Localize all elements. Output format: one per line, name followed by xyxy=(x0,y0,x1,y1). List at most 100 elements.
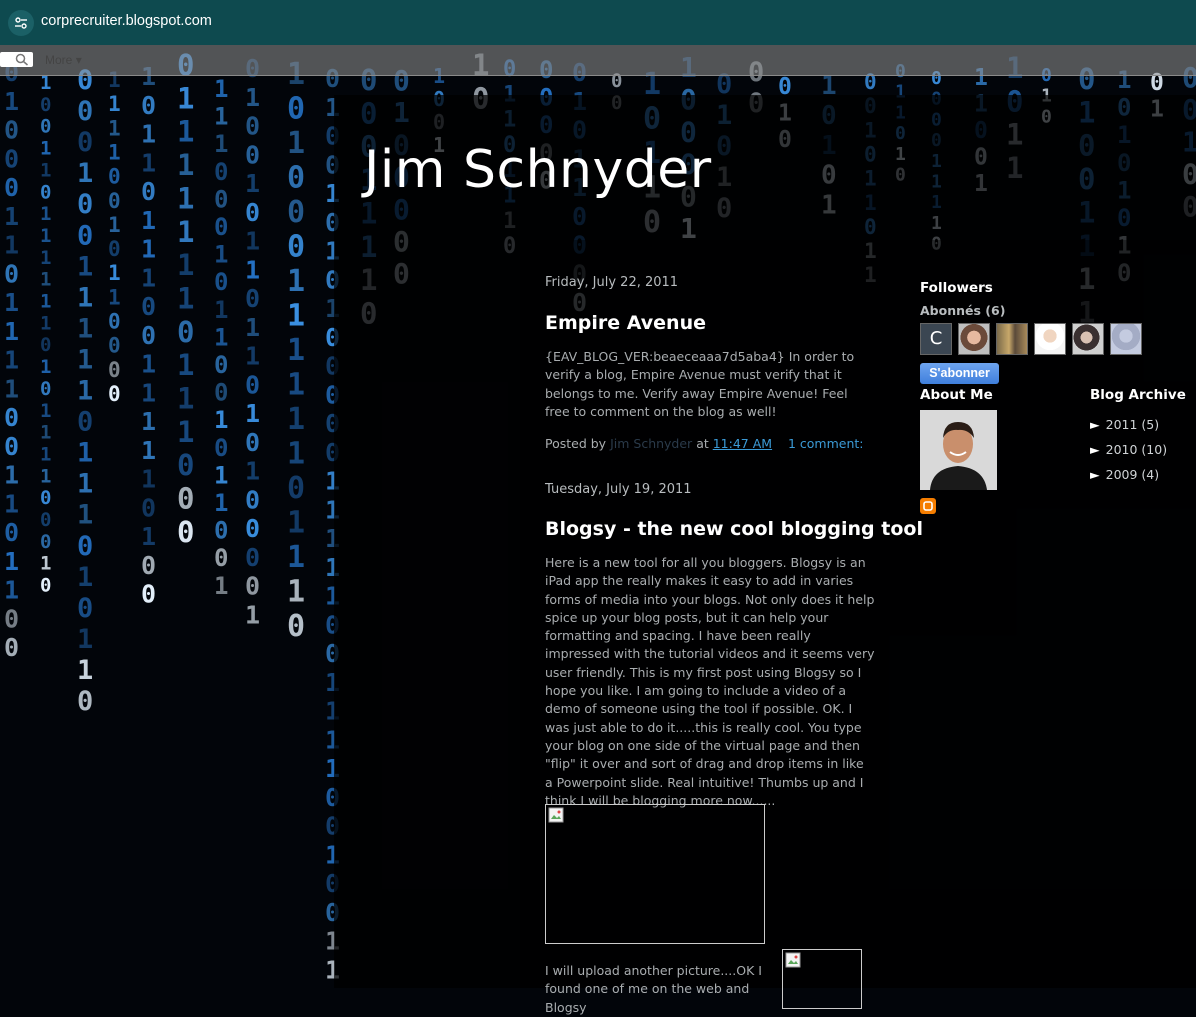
matrix-glyph: 1 xyxy=(245,83,260,112)
matrix-glyph: 0 xyxy=(177,482,194,516)
archive-label[interactable]: 2011 (5) xyxy=(1106,417,1160,432)
more-menu[interactable]: More ▾ xyxy=(45,53,82,67)
matrix-glyph: 0 xyxy=(141,91,156,120)
matrix-glyph: 1 xyxy=(287,506,305,541)
matrix-glyph: 0 xyxy=(77,407,93,438)
blog-archive-heading: Blog Archive xyxy=(1090,387,1186,403)
matrix-glyph: 1 xyxy=(40,138,51,160)
matrix-glyph: 1 xyxy=(141,120,156,149)
archive-item-2010[interactable]: ► 2010 (10) xyxy=(1090,442,1167,457)
matrix-glyph: 1 xyxy=(4,231,19,260)
matrix-glyph: 1 xyxy=(141,522,156,551)
post-date: Tuesday, July 19, 2011 xyxy=(545,482,692,497)
matrix-glyph: 0 xyxy=(141,551,156,580)
post-title[interactable]: Empire Avenue xyxy=(545,312,706,334)
matrix-glyph: 1 xyxy=(141,407,156,436)
broken-image[interactable] xyxy=(782,949,862,1009)
matrix-glyph: 0 xyxy=(77,220,93,251)
posted-by-label: Posted by xyxy=(545,436,607,451)
archive-label[interactable]: 2010 (10) xyxy=(1106,442,1167,457)
follower-avatar[interactable] xyxy=(1072,323,1104,355)
matrix-glyph: 1 xyxy=(77,655,93,686)
matrix-glyph: 0 xyxy=(77,531,93,562)
follower-avatar[interactable] xyxy=(1034,323,1066,355)
matrix-glyph: 0 xyxy=(77,127,93,158)
matrix-glyph: 0 xyxy=(40,575,51,597)
post-time-link[interactable]: 11:47 AM xyxy=(713,436,772,451)
archive-item-2009[interactable]: ► 2009 (4) xyxy=(1090,467,1159,482)
matrix-glyph: 0 xyxy=(77,686,93,717)
blogger-icon[interactable] xyxy=(920,498,936,514)
matrix-glyph: 1 xyxy=(214,323,228,351)
matrix-glyph: 1 xyxy=(177,215,194,249)
matrix-glyph: 1 xyxy=(287,575,305,610)
matrix-glyph: 1 xyxy=(245,169,260,198)
profile-photo[interactable] xyxy=(920,410,997,490)
expand-arrow-icon[interactable]: ► xyxy=(1090,467,1100,482)
matrix-glyph: 0 xyxy=(287,230,305,265)
matrix-glyph: 0 xyxy=(141,580,156,609)
matrix-glyph: 1 xyxy=(77,469,93,500)
matrix-glyph: 1 xyxy=(177,148,194,182)
matrix-glyph: 0 xyxy=(214,379,228,407)
matrix-glyph: 1 xyxy=(40,312,51,334)
follower-avatar[interactable]: C xyxy=(920,323,952,355)
matrix-glyph: 0 xyxy=(108,165,121,189)
matrix-glyph: 0 xyxy=(108,237,121,261)
post-title[interactable]: Blogsy - the new cool blogging tool xyxy=(545,518,923,540)
matrix-glyph: 1 xyxy=(40,269,51,291)
more-label: More xyxy=(45,53,73,67)
matrix-glyph: 0 xyxy=(177,315,194,349)
follower-avatar[interactable] xyxy=(958,323,990,355)
matrix-glyph: 1 xyxy=(108,261,121,285)
archive-item-2011[interactable]: ► 2011 (5) xyxy=(1090,417,1159,432)
matrix-glyph: 0 xyxy=(245,514,260,543)
blog-title[interactable]: Jim Schnyder xyxy=(364,140,712,200)
matrix-glyph: 0 xyxy=(287,609,305,644)
matrix-glyph: 0 xyxy=(4,403,19,432)
address-url[interactable]: corprecruiter.blogspot.com xyxy=(41,13,212,29)
follower-avatar[interactable] xyxy=(996,323,1028,355)
archive-label[interactable]: 2009 (4) xyxy=(1106,467,1160,482)
matrix-glyph: 1 xyxy=(245,342,260,371)
expand-arrow-icon[interactable]: ► xyxy=(1090,417,1100,432)
matrix-glyph: 1 xyxy=(108,140,121,164)
post-author-link[interactable]: Jim Schnyder xyxy=(610,436,692,451)
matrix-glyph: 1 xyxy=(287,540,305,575)
navbar-search-input[interactable] xyxy=(0,52,33,67)
expand-arrow-icon[interactable]: ► xyxy=(1090,442,1100,457)
follower-avatar[interactable] xyxy=(1110,323,1142,355)
matrix-glyph: 0 xyxy=(4,633,19,662)
broken-image[interactable] xyxy=(545,804,765,944)
matrix-glyph: 1 xyxy=(245,227,260,256)
matrix-glyph: 1 xyxy=(77,313,93,344)
matrix-glyph: 0 xyxy=(108,310,121,334)
site-settings-icon[interactable] xyxy=(8,10,34,36)
post-footer: Posted by Jim Schnyder at 11:47 AM 1 com… xyxy=(545,436,864,451)
matrix-glyph: 0 xyxy=(214,351,228,379)
matrix-glyph: 0 xyxy=(40,509,51,531)
matrix-glyph: 1 xyxy=(287,437,305,472)
matrix-glyph: 1 xyxy=(141,235,156,264)
comments-link[interactable]: 1 comment: xyxy=(788,436,864,451)
matrix-glyph: 0 xyxy=(245,572,260,601)
subscribe-button[interactable]: S'abonner xyxy=(920,363,999,384)
matrix-glyph: 1 xyxy=(214,296,228,324)
matrix-glyph: 1 xyxy=(287,126,305,161)
followers-count[interactable]: Abonnés (6) xyxy=(920,303,1005,318)
matrix-glyph: 1 xyxy=(177,248,194,282)
matrix-glyph: 1 xyxy=(214,572,228,600)
post-body: Here is a new tool for all you bloggers.… xyxy=(545,555,875,808)
followers-heading: Followers xyxy=(920,280,993,296)
matrix-glyph: 1 xyxy=(40,356,51,378)
matrix-glyph: 1 xyxy=(40,247,51,269)
matrix-glyph: 1 xyxy=(77,376,93,407)
matrix-glyph: 0 xyxy=(177,448,194,482)
matrix-glyph: 1 xyxy=(214,489,228,517)
matrix-glyph: 1 xyxy=(141,350,156,379)
matrix-glyph: 1 xyxy=(4,489,19,518)
matrix-glyph: 1 xyxy=(141,263,156,292)
matrix-glyph: 1 xyxy=(214,241,228,269)
matrix-glyph: 1 xyxy=(4,576,19,605)
search-icon[interactable] xyxy=(15,53,29,66)
